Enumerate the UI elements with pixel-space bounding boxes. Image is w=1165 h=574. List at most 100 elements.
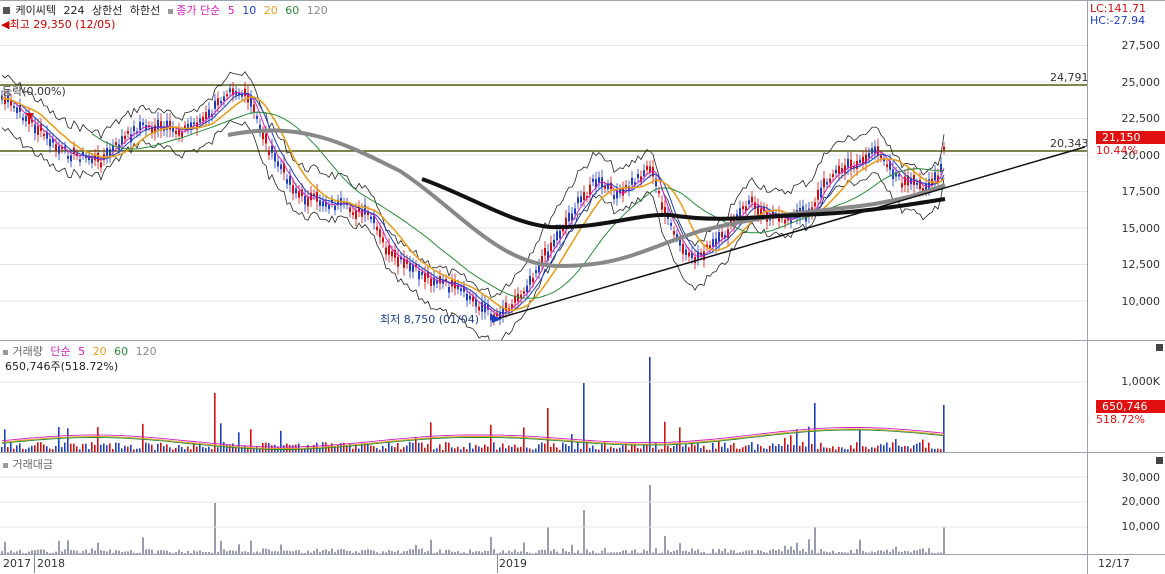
candle-body: [682, 243, 684, 254]
amount-bar: [250, 540, 252, 555]
candle-body: [217, 98, 219, 106]
candle-body: [280, 164, 282, 170]
x-label-2018: 2018: [37, 557, 65, 570]
candle-body: [388, 245, 390, 255]
candle-body: [175, 130, 177, 134]
candle-body: [214, 100, 216, 109]
candle-body: [679, 239, 681, 246]
volume-bar: [664, 421, 666, 453]
amount-chart[interactable]: [0, 453, 1087, 555]
price-pane[interactable]: 케이씨텍 224 상한선 하한선 종가 단순 5 10 20 60 120 ◀최…: [0, 0, 1165, 341]
candle-body: [286, 179, 288, 184]
candle-body: [49, 139, 51, 147]
ma-period-20: 20: [263, 4, 278, 17]
candle-body: [310, 192, 312, 201]
candle-body: [397, 256, 399, 267]
x-divider: [34, 555, 35, 573]
volume-current-tag: 650,746: [1096, 400, 1165, 413]
candle-body: [169, 120, 171, 130]
candle-body: [256, 115, 258, 119]
candle-body: [43, 133, 45, 137]
collapse-pane-icon[interactable]: [1156, 344, 1163, 351]
ratio-label: 등락(0.00%): [2, 85, 66, 98]
collapse-pane-icon[interactable]: [1156, 457, 1163, 464]
legend-box-icon: [3, 7, 10, 14]
candle-body: [202, 116, 204, 121]
amount-bar: [490, 536, 492, 555]
candle-body: [673, 230, 675, 235]
candle-body: [265, 133, 267, 144]
amount-axis[interactable]: 30,000 20,000 10,000: [1087, 453, 1165, 555]
amount-tick: 20,000: [1121, 495, 1161, 508]
volume-axis[interactable]: 1,000K 650,746 518.72%: [1087, 341, 1165, 453]
price-chart[interactable]: [0, 1, 1087, 341]
candle-body: [622, 188, 624, 196]
volume-bar: [547, 408, 549, 453]
candle-body: [712, 239, 714, 247]
candle-body: [142, 122, 144, 125]
amount-bar: [859, 539, 861, 555]
candle-body: [16, 107, 18, 114]
candle-body: [379, 229, 381, 238]
candle-body: [751, 196, 753, 203]
candle-body: [748, 200, 750, 205]
volume-current: 650,746주(518.72%): [5, 360, 119, 373]
candle-body: [124, 135, 126, 140]
candle-body: [880, 155, 882, 158]
volume-bar: [238, 432, 240, 453]
volume-ma-label: 단순: [50, 345, 71, 358]
candle-body: [220, 101, 222, 104]
candle-body: [121, 136, 123, 145]
amount-bar: [814, 526, 816, 555]
support-trendline: [495, 146, 1086, 320]
amount-bar: [430, 539, 432, 555]
candle-body: [916, 182, 918, 185]
amount-bar: [664, 535, 666, 555]
candle-body: [22, 117, 24, 121]
price-axis[interactable]: LC:141.71 HC:-27.94 27,500 25,000 22,500…: [1087, 1, 1165, 341]
candle-body: [274, 152, 276, 162]
candle-body: [385, 247, 387, 255]
candle-body: [328, 204, 330, 209]
ma-period-60: 60: [285, 4, 300, 17]
candle-body: [424, 273, 426, 282]
candle-body: [709, 245, 711, 249]
candle-body: [838, 165, 840, 174]
amount-bar: [808, 539, 810, 555]
volume-chart[interactable]: [0, 341, 1087, 453]
amount-bar: [67, 540, 69, 555]
candle-body: [466, 293, 468, 301]
volume-bar: [790, 435, 792, 453]
candle-body: [613, 194, 615, 200]
candle-body: [223, 96, 225, 101]
candle-body: [250, 97, 252, 107]
candle-body: [349, 207, 351, 213]
amount-tick: 30,000: [1121, 471, 1161, 484]
candle-body: [847, 159, 849, 168]
candle-body: [925, 183, 927, 191]
volume-bar: [859, 428, 861, 453]
volume-pane[interactable]: 거래량 단순 5 20 60 120 650,746주(518.72%) 1,0…: [0, 340, 1165, 453]
bollinger-upper: [1, 71, 945, 298]
candle-body: [859, 159, 861, 163]
candle-body: [91, 158, 93, 163]
candle-body: [721, 231, 723, 238]
vol-ma-120: 120: [135, 345, 157, 358]
candle-body: [592, 178, 594, 182]
candle-body: [244, 88, 246, 97]
amount-pane[interactable]: 거래대금 30,000 20,000 10,000: [0, 452, 1165, 555]
candle-body: [898, 174, 900, 177]
candle-body: [97, 152, 99, 162]
candle-body: [826, 182, 828, 185]
candle-body: [574, 208, 576, 214]
candle-body: [355, 210, 357, 220]
candle-body: [271, 145, 273, 153]
legend-box-icon: [3, 463, 8, 468]
candle-body: [472, 296, 474, 302]
candle-body: [523, 291, 525, 294]
candle-body: [361, 209, 363, 217]
candle-body: [322, 201, 324, 207]
candle-body: [919, 179, 921, 190]
candle-body: [553, 239, 555, 247]
candle-body: [862, 156, 864, 163]
